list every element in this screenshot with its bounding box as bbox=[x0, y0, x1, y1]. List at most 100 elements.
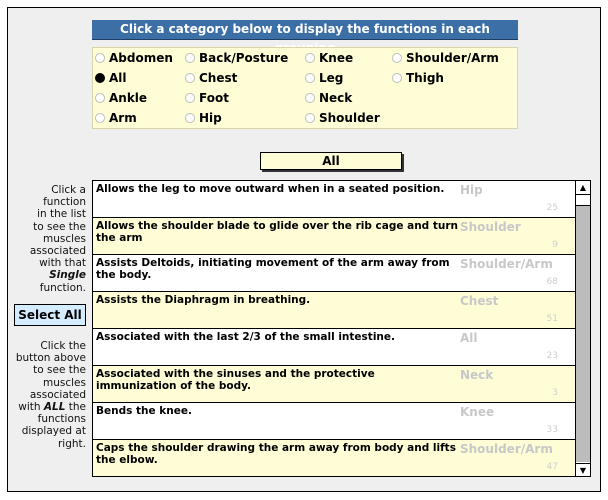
radio-unchecked-icon[interactable] bbox=[95, 93, 105, 103]
radio-unchecked-icon[interactable] bbox=[185, 93, 195, 103]
select-all-button[interactable]: Select All bbox=[14, 304, 86, 326]
radio-unchecked-icon[interactable] bbox=[392, 53, 402, 63]
category-radio-shoulder-arm[interactable]: Shoulder/Arm bbox=[392, 49, 499, 67]
function-category: Shoulder/Arm bbox=[460, 257, 553, 271]
function-row[interactable]: Assists Deltoids, initiating movement of… bbox=[93, 255, 575, 292]
function-id: 23 bbox=[546, 351, 558, 361]
function-id: 68 bbox=[546, 277, 558, 287]
function-description: Associated with the last 2/3 of the smal… bbox=[96, 331, 395, 343]
radio-unchecked-icon[interactable] bbox=[95, 113, 105, 123]
help-line: button above bbox=[15, 352, 86, 365]
function-row[interactable]: Associated with the sinuses and the prot… bbox=[93, 366, 575, 403]
category-label: Arm bbox=[109, 111, 137, 125]
function-id: 25 bbox=[546, 203, 558, 213]
help-line: to see the bbox=[33, 364, 86, 377]
function-category: All bbox=[460, 331, 478, 345]
scroll-thumb[interactable] bbox=[576, 194, 590, 206]
category-label: Ankle bbox=[109, 91, 148, 105]
help-line: Click a bbox=[51, 184, 86, 196]
category-label: All bbox=[109, 71, 127, 85]
current-category-display: All bbox=[260, 152, 402, 170]
function-description: Bends the knee. bbox=[96, 405, 192, 417]
scroll-up-arrow-icon[interactable]: ▲ bbox=[576, 181, 590, 194]
function-description: Allows the shoulder blade to glide over … bbox=[96, 220, 459, 244]
category-radio-foot[interactable]: Foot bbox=[185, 89, 229, 107]
help-line: in the list bbox=[37, 208, 86, 221]
help-line: with that bbox=[39, 257, 86, 270]
category-radio-neck[interactable]: Neck bbox=[305, 89, 352, 107]
category-radio-all[interactable]: All bbox=[95, 69, 127, 87]
category-label: Chest bbox=[199, 71, 238, 85]
function-id: 51 bbox=[546, 314, 558, 324]
function-row[interactable]: Caps the shoulder drawing the arm away f… bbox=[93, 440, 575, 476]
radio-unchecked-icon[interactable] bbox=[392, 73, 402, 83]
category-label: Leg bbox=[319, 71, 344, 85]
category-radio-shoulder[interactable]: Shoulder bbox=[305, 109, 380, 127]
function-row[interactable]: Associated with the last 2/3 of the smal… bbox=[93, 329, 575, 366]
help-line: associated bbox=[29, 245, 86, 258]
category-label: Shoulder/Arm bbox=[406, 51, 499, 65]
function-category: Neck bbox=[460, 368, 494, 382]
category-radio-thigh[interactable]: Thigh bbox=[392, 69, 444, 87]
category-radio-arm[interactable]: Arm bbox=[95, 109, 137, 127]
help-line: muscles bbox=[43, 376, 86, 389]
radio-unchecked-icon[interactable] bbox=[185, 53, 195, 63]
radio-unchecked-icon[interactable] bbox=[305, 73, 315, 83]
help-line: right. bbox=[57, 437, 86, 450]
help-line: displayed at bbox=[21, 425, 86, 438]
help-line: functions bbox=[37, 413, 86, 426]
radio-unchecked-icon[interactable] bbox=[95, 53, 105, 63]
radio-unchecked-icon[interactable] bbox=[305, 93, 315, 103]
scroll-down-arrow-icon[interactable]: ▼ bbox=[576, 463, 590, 476]
help-single-text: Click a function in the list to see the musc… bbox=[6, 184, 86, 294]
function-row[interactable]: Bends the knee. Knee 33 bbox=[93, 403, 575, 440]
category-label: Knee bbox=[319, 51, 354, 65]
radio-unchecked-icon[interactable] bbox=[185, 113, 195, 123]
help-line: with ALL the bbox=[18, 401, 86, 414]
function-description: Assists the Diaphragm in breathing. bbox=[96, 294, 311, 306]
function-description: Assists Deltoids, initiating movement of… bbox=[96, 257, 450, 281]
category-radio-back-posture[interactable]: Back/Posture bbox=[185, 49, 288, 67]
category-radio-leg[interactable]: Leg bbox=[305, 69, 343, 87]
category-radio-ankle[interactable]: Ankle bbox=[95, 89, 147, 107]
help-line: function bbox=[43, 196, 86, 209]
help-line: Single bbox=[49, 269, 86, 282]
radio-unchecked-icon[interactable] bbox=[185, 73, 195, 83]
help-all-text: Click the button above to see the muscles as… bbox=[0, 340, 86, 450]
function-row[interactable]: Assists the Diaphragm in breathing. Chest… bbox=[93, 292, 575, 329]
function-list[interactable]: Caps the shoulder drawing the arm away f… bbox=[92, 180, 591, 477]
category-label: Thigh bbox=[406, 71, 444, 85]
category-label: Abdomen bbox=[109, 51, 173, 65]
function-row[interactable]: Allows the leg to move outward when in a… bbox=[93, 181, 575, 218]
category-radio-abdomen[interactable]: Abdomen bbox=[95, 49, 173, 67]
category-label: Neck bbox=[319, 91, 353, 105]
function-row[interactable]: Allows the shoulder blade to glide over … bbox=[93, 218, 575, 255]
category-radio-group: Abdomen All Ankle Arm Back/Posture Chest Foot H… bbox=[92, 47, 518, 129]
category-label: Back/Posture bbox=[199, 51, 289, 65]
help-line: associated bbox=[29, 388, 86, 401]
help-line: muscles bbox=[43, 232, 86, 245]
radio-checked-icon[interactable] bbox=[95, 73, 105, 83]
instruction-header: Click a category below to display the fu… bbox=[92, 20, 518, 55]
category-radio-hip[interactable]: Hip bbox=[185, 109, 222, 127]
scroll-track[interactable] bbox=[576, 194, 590, 462]
category-radio-chest[interactable]: Chest bbox=[185, 69, 237, 87]
function-id: 9 bbox=[552, 240, 558, 250]
category-radio-knee[interactable]: Knee bbox=[305, 49, 353, 67]
function-category: Hip bbox=[460, 183, 483, 197]
function-category: Shoulder bbox=[460, 220, 521, 234]
function-id: 3 bbox=[552, 388, 558, 398]
function-category: Shoulder/Arm bbox=[460, 442, 553, 456]
function-description: Caps the shoulder drawing the arm away f… bbox=[96, 442, 456, 466]
scrollbar[interactable]: ▲ ▼ bbox=[575, 181, 590, 476]
help-line: function. bbox=[39, 281, 86, 294]
function-category: Chest bbox=[460, 294, 499, 308]
radio-unchecked-icon[interactable] bbox=[305, 53, 315, 63]
function-description: Associated with the sinuses and the prot… bbox=[96, 368, 375, 392]
help-line: to see the bbox=[33, 220, 86, 233]
category-label: Hip bbox=[199, 111, 222, 125]
function-id: 47 bbox=[546, 462, 558, 472]
radio-unchecked-icon[interactable] bbox=[305, 113, 315, 123]
help-line: Click the bbox=[40, 340, 86, 352]
category-label: Shoulder bbox=[319, 111, 380, 125]
